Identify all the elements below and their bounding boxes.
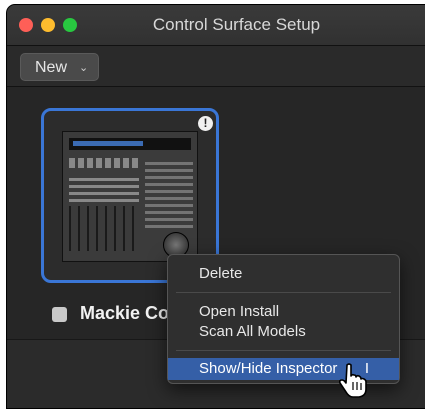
menu-item-label: Scan All Models (199, 323, 306, 340)
close-window-button[interactable] (19, 18, 33, 32)
warning-icon[interactable]: ! (198, 116, 213, 131)
device-name-label: Mackie Co (80, 303, 170, 323)
menu-separator (176, 350, 391, 351)
menu-item-open-install[interactable]: Open Install (168, 301, 399, 323)
device-checkbox[interactable] (52, 307, 67, 322)
toolbar: New ⌄ (7, 46, 425, 87)
minimize-window-button[interactable] (41, 18, 55, 32)
menu-item-scan-all-models[interactable]: Scan All Models (168, 321, 399, 343)
menu-item-delete[interactable]: Delete (168, 263, 399, 285)
zoom-window-button[interactable] (63, 18, 77, 32)
menu-item-label: Delete (199, 265, 243, 282)
mackie-control-image (62, 131, 198, 262)
menu-item-label: Open Install (199, 303, 280, 320)
pointing-hand-cursor-icon (338, 363, 367, 398)
new-button-label: New (35, 59, 68, 76)
menu-item-label: Show/Hide Inspector (199, 360, 338, 377)
window-title: Control Surface Setup (152, 15, 321, 34)
menu-separator (176, 292, 391, 293)
title-bar[interactable]: Control Surface Setup (7, 5, 425, 46)
new-dropdown-button[interactable]: New ⌄ (20, 53, 99, 81)
chevron-down-icon: ⌄ (79, 62, 89, 74)
